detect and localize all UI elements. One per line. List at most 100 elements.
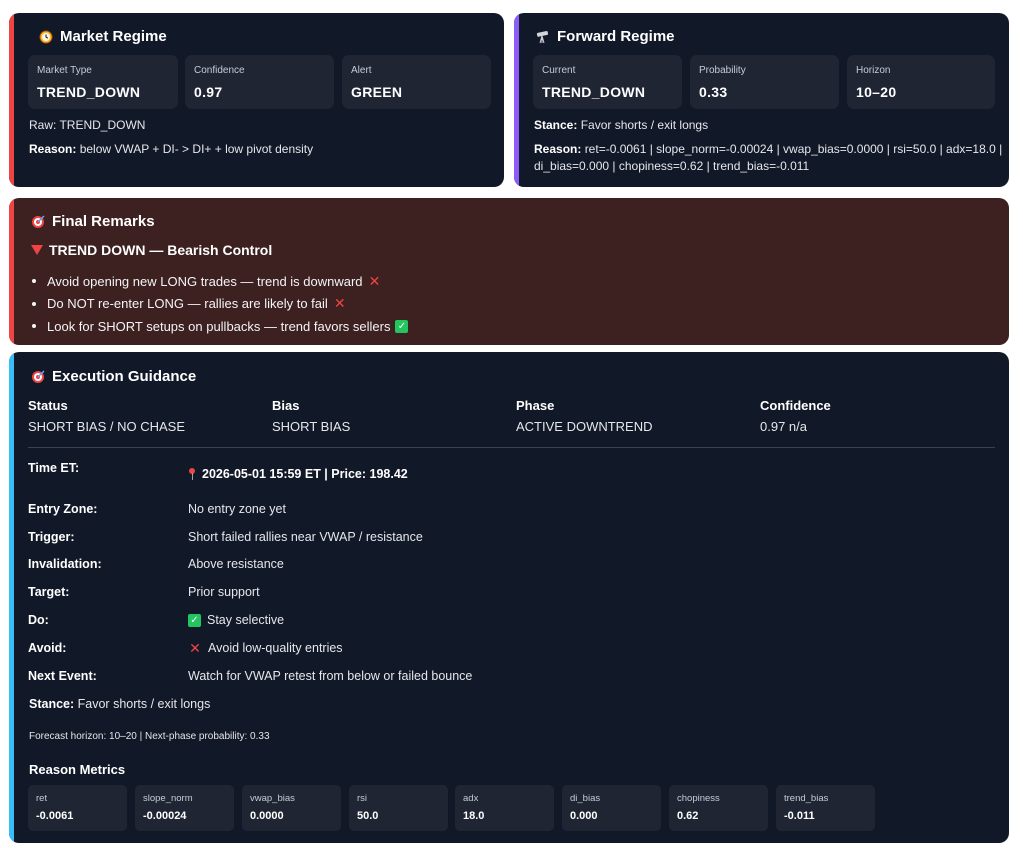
remark-text: Do NOT re-enter LONG — rallies are likel… — [47, 296, 328, 312]
down-triangle-icon — [31, 245, 43, 255]
metrics-title: Reason Metrics — [29, 762, 126, 777]
list-item: Do NOT re-enter LONG — rallies are likel… — [32, 293, 408, 316]
metric-label: trend_bias — [784, 793, 829, 804]
detail-label: Target: — [28, 585, 70, 599]
reason-value: below VWAP + DI- > DI+ + low pivot densi… — [79, 142, 314, 156]
metric-label: chopiness — [677, 793, 720, 804]
metric-value: -0.0061 — [36, 810, 74, 822]
detail-value: Prior support — [188, 585, 260, 599]
forward-regime-card: Forward Regime Current TREND_DOWN Probab… — [514, 13, 1009, 187]
detail-value: Avoid low-quality entries — [208, 641, 343, 655]
target-icon — [30, 369, 46, 385]
summary-label: Status — [28, 398, 68, 413]
metric-value: 18.0 — [463, 810, 485, 822]
tile-horizon: Horizon 10–20 — [847, 55, 995, 109]
reason-line: Reason: below VWAP + DI- > DI+ + low piv… — [29, 141, 313, 158]
metric-label: adx — [463, 793, 479, 804]
tile-market-type: Market Type TREND_DOWN — [28, 55, 178, 109]
execution-title: Execution Guidance — [30, 368, 196, 385]
detail-label: Entry Zone: — [28, 502, 98, 516]
detail-label: Invalidation: — [28, 557, 102, 571]
raw-label: Raw: — [29, 118, 57, 132]
summary-status: Status SHORT BIAS / NO CHASE — [28, 398, 185, 434]
stance-label: Stance: — [29, 697, 75, 711]
cross-icon: ✕ — [368, 272, 381, 289]
stance-value: Favor shorts / exit longs — [580, 118, 709, 132]
forward-regime-accent — [514, 13, 519, 187]
check-icon: ✓ — [395, 319, 409, 333]
final-remarks-title-text: Final Remarks — [52, 213, 155, 230]
detail-value: Watch for VWAP retest from below or fail… — [188, 669, 473, 683]
metric-value: 50.0 — [357, 810, 379, 822]
metric-value: -0.011 — [784, 810, 815, 822]
forward-regime-title: Forward Regime — [535, 28, 675, 45]
remarks-list: Avoid opening new LONG trades — trend is… — [32, 270, 409, 338]
metric-tile: trend_bias -0.011 — [776, 785, 875, 831]
remarks-headline: TREND DOWN — Bearish Control — [31, 242, 272, 258]
check-icon: ✓ — [188, 613, 201, 627]
reason-label: Reason: — [534, 142, 582, 156]
tile-value: 0.97 — [194, 84, 223, 100]
time-value: 2026-05-01 15:59 ET | Price: 198.42 — [202, 467, 408, 481]
metric-value: -0.00024 — [143, 810, 187, 822]
tile-value: 0.33 — [699, 84, 728, 100]
execution-guidance-card: Execution Guidance Status SHORT BIAS / N… — [9, 352, 1009, 843]
detail-value: Short failed rallies near VWAP / resista… — [188, 530, 423, 544]
forecast-line: Forecast horizon: 10–20 | Next-phase pro… — [29, 731, 270, 742]
summary-confidence: Confidence 0.97 n/a — [760, 398, 831, 434]
list-item: Avoid opening new LONG trades — trend is… — [32, 270, 408, 293]
detail-value-wrap: ✓ Stay selective — [188, 613, 284, 627]
metric-label: ret — [36, 793, 48, 804]
tile-label: Probability — [699, 65, 746, 76]
tile-value: TREND_DOWN — [542, 84, 646, 100]
summary-bias: Bias SHORT BIAS — [272, 398, 350, 434]
summary-label: Bias — [272, 398, 300, 413]
summary-label: Confidence — [760, 398, 831, 413]
detail-value: No entry zone yet — [188, 502, 286, 516]
final-remarks-title: Final Remarks — [30, 213, 155, 230]
metric-value: 0.000 — [570, 810, 598, 822]
tile-confidence: Confidence 0.97 — [185, 55, 334, 109]
summary-value: SHORT BIAS — [272, 419, 351, 434]
metric-tile: slope_norm -0.00024 — [135, 785, 234, 831]
cross-icon: ✕ — [189, 639, 201, 656]
forward-regime-title-text: Forward Regime — [557, 28, 675, 45]
tile-value: TREND_DOWN — [37, 84, 141, 100]
execution-title-text: Execution Guidance — [52, 368, 197, 385]
divider — [28, 447, 995, 448]
metric-label: slope_norm — [143, 793, 193, 804]
market-regime-card: Market Regime Market Type TREND_DOWN Con… — [9, 13, 504, 187]
metric-tile: adx 18.0 — [455, 785, 554, 831]
tile-label: Market Type — [37, 65, 92, 76]
detail-value: Stay selective — [207, 613, 285, 627]
telescope-icon — [535, 29, 551, 45]
metric-tile: ret -0.0061 — [28, 785, 127, 831]
summary-value: 0.97 n/a — [760, 419, 807, 434]
metric-tile: rsi 50.0 — [349, 785, 448, 831]
detail-label: Trigger: — [28, 530, 75, 544]
pushpin-icon — [188, 468, 196, 480]
remark-text: Look for SHORT setups on pullbacks — tre… — [47, 318, 391, 334]
detail-label: Avoid: — [28, 641, 67, 655]
stance-value: Favor shorts / exit longs — [77, 697, 211, 711]
metric-tile: chopiness 0.62 — [669, 785, 768, 831]
stance-label: Stance: — [534, 118, 578, 132]
metric-label: di_bias — [570, 793, 601, 804]
tile-label: Confidence — [194, 65, 245, 76]
summary-value: SHORT BIAS / NO CHASE — [28, 419, 186, 434]
forward-reason: Reason: ret=-0.0061 | slope_norm=-0.0002… — [534, 141, 1004, 175]
final-remarks-card: Final Remarks TREND DOWN — Bearish Contr… — [9, 198, 1009, 345]
stance-line: Stance: Favor shorts / exit longs — [534, 117, 708, 134]
clock-icon — [38, 29, 54, 45]
bullet-dot — [32, 301, 36, 306]
metric-label: vwap_bias — [250, 793, 295, 804]
tile-label: Horizon — [856, 65, 891, 76]
remarks-headline-text: TREND DOWN — Bearish Control — [49, 242, 273, 258]
reason-label: Reason: — [29, 142, 77, 156]
execution-accent — [9, 352, 14, 843]
detail-label: Do: — [28, 613, 49, 627]
tile-label: Current — [542, 65, 576, 76]
market-regime-title: Market Regime — [38, 28, 167, 45]
tile-current: Current TREND_DOWN — [533, 55, 682, 109]
metric-label: rsi — [357, 793, 368, 804]
